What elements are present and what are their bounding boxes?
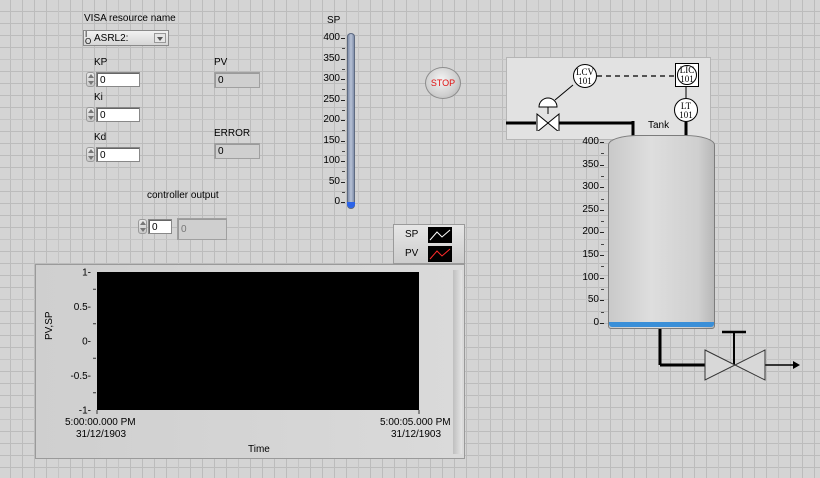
outlet-valve-icon[interactable] — [703, 348, 767, 382]
sp-scale-tick-mark — [341, 181, 345, 183]
lcv-101-instrument[interactable]: LCV 101 — [573, 64, 597, 88]
legend-pv-label: PV — [405, 248, 419, 259]
stop-button[interactable]: STOP — [425, 67, 461, 99]
visa-label: VISA resource name — [84, 13, 176, 24]
tank-scale-tick-label: 350 — [582, 158, 599, 170]
tank-vessel[interactable] — [608, 135, 715, 329]
chart-scroll-edge — [453, 270, 462, 454]
lt-101-transmitter[interactable]: LT 101 — [674, 98, 698, 122]
chart-x-end-date: 31/12/1903 — [391, 429, 442, 440]
visa-resource-control[interactable]: IO ASRL2: — [83, 30, 169, 46]
sp-scale-tick-mark — [341, 38, 345, 39]
legend-pv-line-icon[interactable] — [428, 246, 452, 262]
sp-scale-tick-mark — [341, 120, 345, 121]
tank-scale-tick-label: 400 — [582, 136, 599, 147]
sp-scale-tick-label: 50 — [328, 175, 340, 187]
tank-scale-tick-label: 200 — [582, 226, 599, 238]
kp-input[interactable]: 0 — [96, 72, 140, 87]
inlet-control-valve-icon[interactable] — [535, 95, 561, 131]
tank-scale-tick-mark — [600, 164, 604, 166]
tank-liquid-level — [609, 322, 714, 327]
tank-scale-minor-tick — [601, 266, 604, 268]
sp-scale-tick-label: 300 — [323, 73, 340, 84]
chart-x-axis-label: Time — [248, 444, 270, 455]
sp-scale-tick-mark — [341, 202, 345, 203]
stop-label: STOP — [430, 78, 456, 88]
chart-y-axis-label: PV,SP — [44, 311, 55, 340]
tank-scale-minor-tick — [601, 153, 604, 155]
sp-scale-tick-label: 350 — [323, 52, 340, 64]
sp-scale-tick-mark — [341, 140, 345, 142]
tank-label: Tank — [648, 120, 670, 131]
sp-scale-minor-tick — [342, 48, 345, 50]
sp-scale-minor-tick — [342, 89, 345, 91]
tank-scale-tick-label: 100 — [582, 271, 599, 283]
chart-x-start-time: 5:00:00.000 PM — [65, 417, 136, 428]
ki-increment-decrement[interactable] — [86, 107, 95, 122]
kd-increment-decrement[interactable] — [86, 147, 95, 162]
tank-scale-tick-mark — [600, 142, 604, 143]
sp-scale-minor-tick — [342, 68, 345, 70]
error-indicator: 0 — [214, 143, 260, 159]
sp-scale-tick-mark — [341, 58, 345, 60]
pv-label: PV — [214, 57, 228, 68]
chart-x-start-date: 31/12/1903 — [76, 429, 127, 440]
tank-scale-tick-mark — [600, 209, 604, 211]
tank-scale-tick-label: 300 — [582, 181, 599, 193]
controller-output-increment-decrement[interactable] — [138, 219, 147, 234]
kd-input[interactable]: 0 — [96, 147, 140, 162]
legend-sp-label: SP — [405, 229, 419, 240]
chart-x-end-time: 5:00:05.000 PM — [380, 417, 451, 428]
plot-legend: SP PV — [393, 224, 465, 264]
visa-value: ASRL2: — [94, 33, 129, 44]
kp-increment-decrement[interactable] — [86, 72, 95, 87]
tank-scale-minor-tick — [601, 198, 604, 200]
sp-scale-minor-tick — [342, 150, 345, 152]
ki-input[interactable]: 0 — [96, 107, 140, 122]
tank-scale-minor-tick — [601, 243, 604, 245]
tank-scale-tick-mark — [600, 277, 604, 279]
sp-scale-tick-mark — [341, 79, 345, 80]
tank-scale-minor-tick — [601, 288, 604, 290]
tank-scale-minor-tick — [601, 311, 604, 313]
tank-scale-tick-label: 250 — [582, 203, 599, 215]
tank-scale-minor-tick — [601, 175, 604, 177]
dropdown-arrow-icon[interactable] — [154, 33, 166, 43]
legend-sp-line-icon[interactable] — [428, 227, 452, 243]
sp-scale-tick-label: 100 — [323, 155, 340, 166]
sp-scale-tick-label: 400 — [323, 32, 340, 43]
controller-output-input[interactable]: 0 — [148, 219, 172, 234]
sp-slider-track[interactable] — [347, 33, 355, 209]
tank-scale-tick-label: 50 — [587, 294, 599, 306]
tank-scale-tick-label: 150 — [582, 249, 599, 260]
sp-scale-minor-tick — [342, 191, 345, 193]
kd-label: Kd — [94, 132, 107, 143]
sp-scale-minor-tick — [342, 171, 345, 173]
chart-plot-area[interactable] — [97, 272, 419, 410]
sp-scale-tick-label: 150 — [323, 134, 340, 146]
sp-scale-tick-mark — [341, 161, 345, 162]
tank-scale-tick-mark — [600, 232, 604, 234]
pv-indicator: 0 — [214, 72, 260, 88]
tank-scale-tick-mark — [600, 255, 604, 256]
sp-label: SP — [327, 15, 341, 26]
sp-scale-minor-tick — [342, 109, 345, 111]
tank-scale-tick-mark — [600, 322, 604, 324]
tank-scale-tick-mark — [600, 300, 604, 302]
kp-label: KP — [94, 57, 108, 68]
tank-scale-tick-label: 0 — [593, 316, 599, 328]
sp-scale-tick-label: 250 — [323, 93, 340, 105]
tank-scale-minor-tick — [601, 221, 604, 223]
io-icon: IO — [85, 30, 92, 46]
sp-scale-tick-label: 0 — [334, 196, 340, 207]
controller-output-label: controller output — [147, 190, 219, 201]
error-label: ERROR — [214, 128, 251, 139]
sp-scale-tick-label: 200 — [323, 114, 340, 125]
lic-101-controller[interactable]: LIC 101 — [675, 63, 699, 87]
sp-scale-tick-mark — [341, 99, 345, 101]
tank-scale-tick-mark — [600, 187, 604, 189]
ki-label: Ki — [94, 92, 103, 103]
controller-output-indicator: 0 — [177, 218, 227, 240]
sp-scale-minor-tick — [342, 130, 345, 132]
